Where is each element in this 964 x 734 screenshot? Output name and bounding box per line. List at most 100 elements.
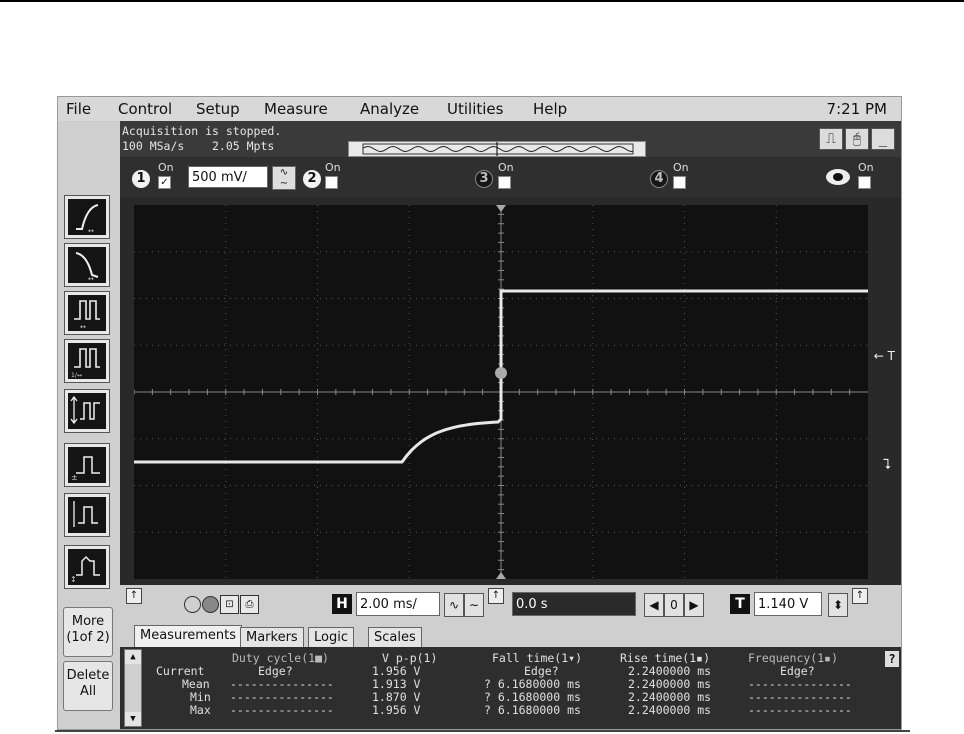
svg-text:↔: ↔ xyxy=(88,227,94,235)
falling-edge-tool[interactable]: ↔ xyxy=(64,243,110,287)
tab-markers[interactable]: Markers xyxy=(240,627,304,647)
channel-3-badge[interactable]: 3 xyxy=(475,170,493,188)
position-left-button[interactable]: ◀ xyxy=(644,593,664,617)
duty-cycle-mean: --------------- xyxy=(230,677,334,691)
arrow-right-icon: ▶ xyxy=(689,598,699,612)
col-header-duty-cycle[interactable]: Duty cycle(1■) xyxy=(232,651,329,665)
math-function-icon[interactable] xyxy=(826,169,850,185)
tab-logic[interactable]: Logic xyxy=(308,627,354,647)
zoom-in-button[interactable] xyxy=(202,596,219,613)
menu-utilities[interactable]: Utilities xyxy=(447,100,503,118)
frequency-min: --------------- xyxy=(748,690,852,704)
ch4-on-checkbox[interactable] xyxy=(673,176,686,189)
trigger-badge[interactable]: T xyxy=(730,594,750,614)
rising-edge-tool[interactable]: ↔ xyxy=(64,195,110,239)
waveform-overview-icon xyxy=(362,142,634,156)
ch3-on-checkbox[interactable] xyxy=(498,176,511,189)
rise-time-min: 2.2400000 ms xyxy=(628,690,712,704)
trigger-point xyxy=(495,367,507,379)
more-button[interactable]: More (1of 2) xyxy=(63,607,113,657)
horizontal-controls: ↑ ⊡ ⎙ H 2.00 ms/ ∿ ∼ ↑ 0.0 s ◀ 0 ▶ T 1.1… xyxy=(120,585,901,623)
scroll-up-icon[interactable]: ↑ xyxy=(126,588,142,604)
mouse-mode-button[interactable]: 🖰 xyxy=(845,128,869,150)
single-acquire-button[interactable]: ⎍ xyxy=(819,128,843,150)
position-zero-button[interactable]: 0 xyxy=(664,593,684,617)
channel-controls: 1 On ✓ 500 mV/ ∿ ∼ 2 On 3 On 4 On On xyxy=(120,157,901,197)
menu-setup[interactable]: Setup xyxy=(196,100,240,118)
waveform-display[interactable]: ← T ⮧ xyxy=(120,197,901,585)
frequency-current: Edge? xyxy=(780,664,815,678)
print-button[interactable]: ⎙ xyxy=(240,595,259,614)
col-header-frequency[interactable]: Frequency(1▪) xyxy=(748,651,838,665)
ch1-on-checkbox[interactable]: ✓ xyxy=(158,176,171,189)
minimize-button[interactable]: _ xyxy=(871,128,895,150)
help-button[interactable]: ? xyxy=(885,651,899,667)
time-per-div-field[interactable]: 2.00 ms/ xyxy=(356,592,440,616)
col-header-fall-time[interactable]: Fall time(1▾) xyxy=(492,651,582,665)
menu-file[interactable]: File xyxy=(66,100,91,118)
pulse-width-icon: ↔ xyxy=(68,295,106,331)
zoom-box-icon: ⊡ xyxy=(225,599,234,610)
position-right-button[interactable]: ▶ xyxy=(684,593,704,617)
ch4-on-label: On xyxy=(673,161,689,174)
menu-measure[interactable]: Measure xyxy=(264,100,328,118)
memory-overview-bar[interactable] xyxy=(348,141,646,157)
tab-scales[interactable]: Scales xyxy=(368,627,422,647)
mouse-icon: 🖰 xyxy=(852,131,862,147)
channel-4-badge[interactable]: 4 xyxy=(650,170,668,188)
row-label-max: Max xyxy=(190,703,211,717)
duty-cycle-max: --------------- xyxy=(230,703,334,717)
zoom-box-button[interactable]: ⊡ xyxy=(220,595,239,614)
pulse-width-tool[interactable]: ↔ xyxy=(64,291,110,335)
zoom-out-button[interactable] xyxy=(184,596,201,613)
top-tool[interactable] xyxy=(64,493,110,537)
horizontal-badge[interactable]: H xyxy=(332,594,352,614)
math-on-checkbox[interactable] xyxy=(858,176,871,189)
graticule xyxy=(134,205,868,579)
period-tool[interactable]: 1/↔ xyxy=(64,339,110,383)
position-icon[interactable]: ↑ xyxy=(488,588,504,604)
ch1-coupling-button[interactable]: ∿ ∼ xyxy=(272,166,296,190)
scroll-up-arrow-icon[interactable]: ▲ xyxy=(125,650,141,664)
time-scale-down-button[interactable]: ∿ xyxy=(444,593,464,617)
col-header-vpp[interactable]: V p-p(1) xyxy=(382,651,437,665)
channel-2-badge[interactable]: 2 xyxy=(303,170,321,188)
horizontal-position-field[interactable]: 0.0 s xyxy=(512,592,636,616)
ground-reference-icon[interactable]: ⮧ xyxy=(883,457,891,473)
menu-help[interactable]: Help xyxy=(533,100,567,118)
up-down-icon: ⬍ xyxy=(832,598,844,612)
trigger-icon[interactable]: ↑ xyxy=(852,588,868,604)
acquisition-status: Acquisition is stopped. 100 MSa/s 2.05 M… xyxy=(120,121,901,157)
overshoot-icon: ↕ xyxy=(68,549,106,585)
vpp-current: 1.956 V xyxy=(372,664,421,678)
tab-measurements[interactable]: Measurements xyxy=(134,625,243,647)
ch2-on-label: On xyxy=(325,161,341,174)
ch1-scale-field[interactable]: 500 mV/ xyxy=(188,166,268,188)
channel-1-badge[interactable]: 1 xyxy=(132,170,150,188)
frequency-mean: --------------- xyxy=(748,677,852,691)
fall-time-current: Edge? xyxy=(524,664,559,678)
trigger-level-field[interactable]: 1.140 V xyxy=(754,592,822,616)
rising-edge-icon: ↔ xyxy=(68,199,106,235)
ch2-on-checkbox[interactable] xyxy=(325,176,338,189)
trigger-level-spinner[interactable]: ⬍ xyxy=(828,593,848,617)
delete-all-button[interactable]: Delete All xyxy=(63,661,113,711)
fall-time-min: ? 6.1680000 ms xyxy=(484,690,581,704)
time-scale-up-button[interactable]: ∼ xyxy=(464,593,484,617)
menu-control[interactable]: Control xyxy=(118,100,172,118)
base-tool[interactable]: ± xyxy=(64,443,110,487)
overshoot-tool[interactable]: ↕ xyxy=(64,545,110,589)
scroll-down-arrow-icon[interactable]: ▼ xyxy=(125,712,141,726)
svg-text:↕: ↕ xyxy=(70,575,77,584)
col-header-rise-time[interactable]: Rise time(1▪) xyxy=(620,651,710,665)
amplitude-tool[interactable] xyxy=(64,389,110,433)
svg-text:↔: ↔ xyxy=(80,323,86,331)
trigger-level-marker[interactable]: ← T xyxy=(874,349,895,363)
rise-time-current: 2.2400000 ms xyxy=(628,664,712,678)
base-level-icon: ± xyxy=(68,447,106,483)
trigger-toolbar: ↔ ↔ ↔ 1/↔ ± ↕ More (1of 2) Delete All xyxy=(58,121,121,729)
run-controls: ⎍ 🖰 _ xyxy=(817,128,895,150)
clock: 7:21 PM xyxy=(826,100,887,118)
menu-analyze[interactable]: Analyze xyxy=(360,100,419,118)
measurements-scrollbar[interactable]: ▲ ▼ xyxy=(124,649,142,727)
